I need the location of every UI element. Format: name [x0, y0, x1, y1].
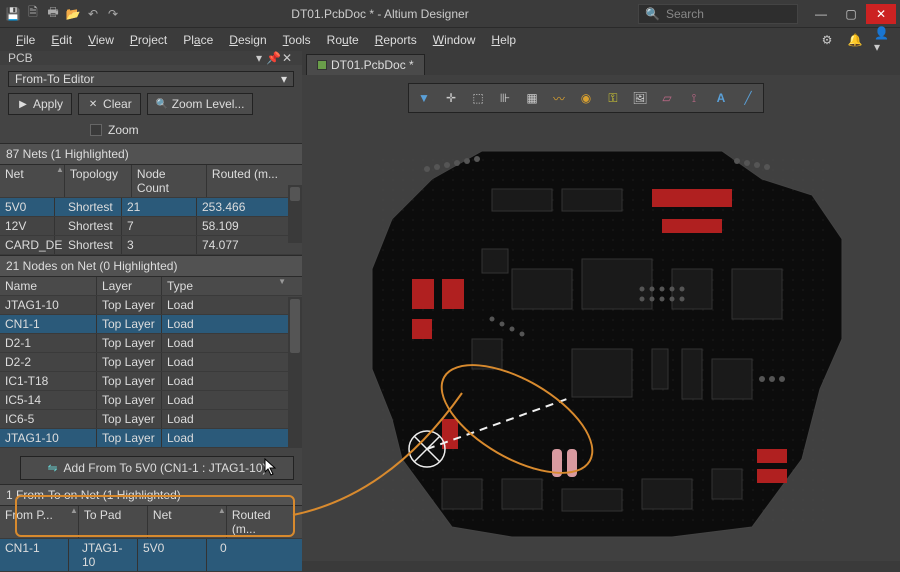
table-row[interactable]: D2-2Top LayerLoad	[0, 353, 302, 372]
via-icon[interactable]: ◉	[573, 86, 599, 110]
menu-view[interactable]: View	[80, 33, 122, 47]
crosshair-icon[interactable]: ✛	[438, 86, 464, 110]
panel-title: PCB	[8, 51, 33, 65]
pcb-doc-icon	[317, 60, 327, 70]
col-layer[interactable]: Layer	[97, 277, 161, 295]
col-name[interactable]: Name	[0, 277, 96, 295]
redo-icon[interactable]: ↷	[104, 5, 122, 23]
scrollbar[interactable]	[288, 297, 302, 447]
image-icon[interactable]: 🖼	[627, 86, 653, 110]
col-net[interactable]: Net	[0, 165, 54, 197]
table-row[interactable]: IC5-14Top LayerLoad	[0, 391, 302, 410]
panel-pin-icon[interactable]: 📌	[266, 51, 280, 65]
table-row[interactable]: IC6-5Top LayerLoad	[0, 410, 302, 429]
zoom-icon: 🔍	[156, 98, 168, 110]
menu-tools[interactable]: Tools	[275, 33, 319, 47]
col-to-pad[interactable]: To Pad	[79, 506, 147, 538]
fromtos-section-header: 1 From-To on Net (1 Highlighted)	[0, 484, 302, 506]
document-tabs: DT01.PcbDoc *	[302, 51, 900, 75]
zoom-checkbox-label: Zoom	[108, 123, 139, 137]
nodes-section-header: 21 Nodes on Net (0 Highlighted)	[0, 255, 302, 277]
route-icon[interactable]: 〰	[546, 86, 572, 110]
dimension-icon[interactable]: ⟟	[681, 86, 707, 110]
table-row[interactable]: CARD_DE Shortest 3 74.077	[0, 236, 302, 255]
menubar: File Edit View Project Place Design Tool…	[0, 27, 900, 51]
mode-combo[interactable]: From-To Editor ▾	[8, 71, 294, 87]
apply-button[interactable]: ▶Apply	[8, 93, 72, 115]
titlebar: 💾 🗎 🖶 📂 ↶ ↷ DT01.PcbDoc * - Altium Desig…	[0, 0, 900, 27]
nets-section-header: 87 Nets (1 Highlighted)	[0, 143, 302, 165]
nodes-grid: Name Layer Type▼ JTAG1-10Top LayerLoad C…	[0, 277, 302, 448]
editor-area: DT01.PcbDoc * ▼ ✛ ⬚ ⊪ ▦ 〰 ◉ ⚿ 🖼 ▱ ⟟ A ╱	[302, 51, 900, 561]
chevron-down-icon: ▾	[281, 72, 287, 86]
key-icon[interactable]: ⚿	[600, 86, 626, 110]
col-from-pad[interactable]: From P...	[0, 506, 68, 538]
connection-icon: ⇋	[47, 461, 57, 475]
menu-file[interactable]: File	[8, 33, 43, 47]
user-icon[interactable]: 👤▾	[874, 31, 892, 49]
clear-button[interactable]: ✕Clear	[78, 93, 141, 115]
tab-document[interactable]: DT01.PcbDoc *	[306, 54, 425, 75]
menu-design[interactable]: Design	[221, 33, 274, 47]
table-row[interactable]: IC1-T18Top LayerLoad	[0, 372, 302, 391]
minimize-button[interactable]: —	[806, 4, 836, 24]
col-ft-net[interactable]: Net	[148, 506, 216, 538]
menu-reports[interactable]: Reports	[367, 33, 425, 47]
search-icon: 🔍	[645, 7, 660, 21]
save-all-icon[interactable]: 🗎	[24, 5, 42, 23]
table-row[interactable]: CN1-1 JTAG1-10 5V0 0	[0, 539, 302, 572]
table-row[interactable]: CN1-1Top LayerLoad	[0, 315, 302, 334]
undo-icon[interactable]: ↶	[84, 5, 102, 23]
pcb-viewport[interactable]: ▼ ✛ ⬚ ⊪ ▦ 〰 ◉ ⚿ 🖼 ▱ ⟟ A ╱	[302, 75, 900, 561]
table-row[interactable]: 5V0 Shortest 21 253.466	[0, 198, 302, 217]
notifications-icon[interactable]: 🔔	[846, 31, 864, 49]
maximize-button[interactable]: ▢	[836, 4, 866, 24]
print-icon[interactable]: 🖶	[44, 5, 62, 23]
zoom-checkbox[interactable]	[90, 124, 102, 136]
fromtos-grid: From P...▲ To Pad Net▲ Routed (m... CN1-…	[0, 506, 302, 572]
menu-route[interactable]: Route	[319, 33, 367, 47]
line-icon[interactable]: ╱	[735, 86, 761, 110]
quick-access-toolbar: 💾 🗎 🖶 📂 ↶ ↷	[4, 5, 122, 23]
menu-place[interactable]: Place	[175, 33, 221, 47]
panel-collapse-icon[interactable]: ▾	[252, 51, 266, 65]
menu-help[interactable]: Help	[483, 33, 524, 47]
menu-window[interactable]: Window	[425, 33, 484, 47]
menu-project[interactable]: Project	[122, 33, 175, 47]
search-input[interactable]: 🔍 Search	[638, 4, 798, 24]
table-row[interactable]: D2-1Top LayerLoad	[0, 334, 302, 353]
menu-edit[interactable]: Edit	[43, 33, 80, 47]
text-icon[interactable]: A	[708, 86, 734, 110]
selection-icon[interactable]: ⬚	[465, 86, 491, 110]
col-type[interactable]: Type	[162, 277, 276, 295]
zoom-level-button[interactable]: 🔍Zoom Level...	[147, 93, 254, 115]
table-row[interactable]: JTAG1-10Top LayerLoad	[0, 296, 302, 315]
3d-icon[interactable]: ▱	[654, 86, 680, 110]
clear-icon: ✕	[87, 98, 99, 110]
col-topology[interactable]: Topology	[65, 165, 131, 197]
panel-header: PCB ▾ 📌 ✕	[0, 51, 302, 65]
table-row[interactable]: 12V Shortest 7 58.109	[0, 217, 302, 236]
nets-grid: Net▲ Topology Node Count Routed (m... 5V…	[0, 165, 302, 255]
col-ft-routed[interactable]: Routed (m...	[227, 506, 302, 538]
settings-icon[interactable]: ⚙	[818, 31, 836, 49]
scrollbar[interactable]	[288, 185, 302, 243]
close-button[interactable]: ✕	[866, 4, 896, 24]
panel-close-icon[interactable]: ✕	[280, 51, 294, 65]
add-from-to-button[interactable]: ⇋ Add From To 5V0 (CN1-1 : JTAG1-10)	[20, 456, 294, 480]
apply-icon: ▶	[17, 98, 29, 110]
col-node-count[interactable]: Node Count	[132, 165, 206, 197]
pcb-panel: PCB ▾ 📌 ✕ From-To Editor ▾ ▶Apply ✕Clear…	[0, 51, 302, 561]
open-icon[interactable]: 📂	[64, 5, 82, 23]
window-title: DT01.PcbDoc * - Altium Designer	[122, 7, 638, 21]
component-icon[interactable]: ▦	[519, 86, 545, 110]
table-row[interactable]: JTAG1-10Top LayerLoad	[0, 429, 302, 448]
active-bar: ▼ ✛ ⬚ ⊪ ▦ 〰 ◉ ⚿ 🖼 ▱ ⟟ A ╱	[408, 83, 764, 113]
save-icon[interactable]: 💾	[4, 5, 22, 23]
filter-icon[interactable]: ▼	[411, 86, 437, 110]
pcb-board-graphic	[342, 119, 862, 561]
align-icon[interactable]: ⊪	[492, 86, 518, 110]
